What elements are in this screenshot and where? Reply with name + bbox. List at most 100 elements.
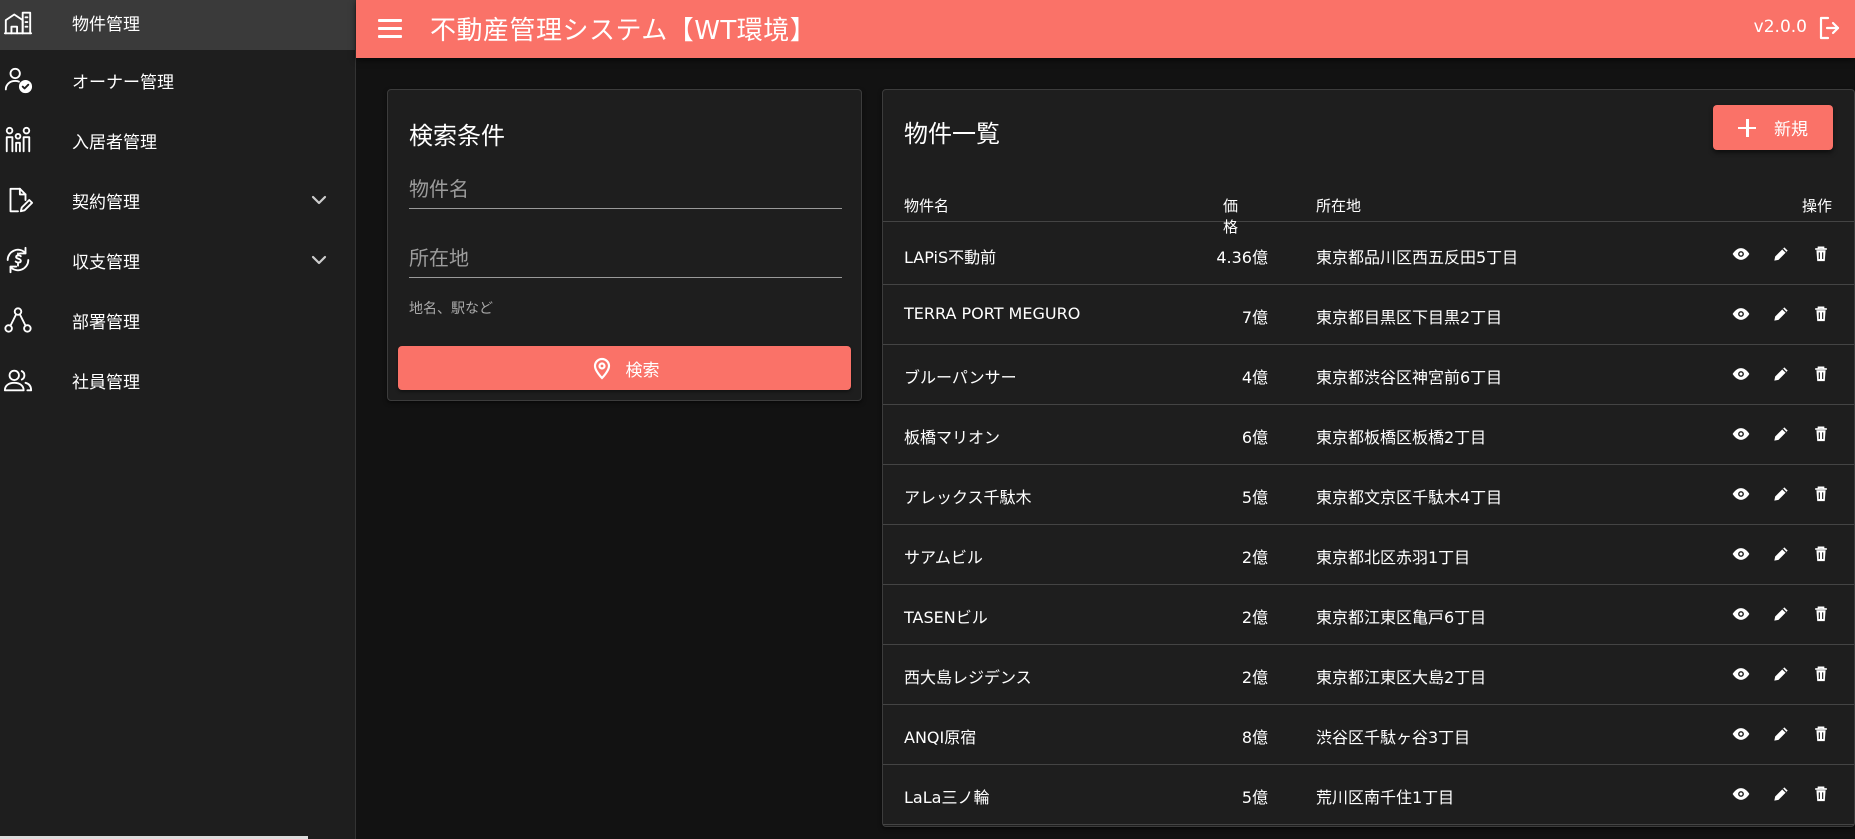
edit-icon[interactable] bbox=[1770, 483, 1792, 505]
cell-location: 東京都渋谷区神宮前6丁目 bbox=[1316, 368, 1503, 387]
edit-icon[interactable] bbox=[1770, 363, 1792, 385]
table-row[interactable]: サアムビル 2億 東京都北区赤羽1丁目 bbox=[883, 525, 1854, 585]
view-icon[interactable] bbox=[1730, 423, 1752, 445]
owner-check-icon bbox=[2, 64, 34, 96]
family-icon bbox=[2, 124, 34, 156]
edit-icon[interactable] bbox=[1770, 663, 1792, 685]
sidebar-item-contract[interactable]: 契約管理 bbox=[0, 170, 355, 230]
table-row[interactable]: ANQI原宿 8億 渋谷区千駄ヶ谷3丁目 bbox=[883, 705, 1854, 765]
cell-name: 西大島レジデンス bbox=[904, 668, 1032, 687]
building-icon bbox=[2, 6, 34, 38]
table-row[interactable]: LAPiS不動前 4.36億 東京都品川区西五反田5丁目 bbox=[883, 225, 1854, 285]
sidebar: 物件管理 オーナー管理 入居者管理 契約管理 収支管理 部署管理 社員管理 bbox=[0, 0, 356, 839]
edit-icon[interactable] bbox=[1770, 543, 1792, 565]
cell-price: 2億 bbox=[1241, 548, 1268, 567]
version-label: v2.0.0 bbox=[1753, 17, 1807, 37]
cell-price: 2億 bbox=[1241, 668, 1268, 687]
delete-icon[interactable] bbox=[1810, 423, 1832, 445]
property-name-field bbox=[409, 169, 842, 209]
new-button-label: 新規 bbox=[1774, 120, 1808, 140]
chevron-down-icon[interactable] bbox=[309, 190, 329, 210]
location-field bbox=[409, 238, 842, 278]
view-icon[interactable] bbox=[1730, 603, 1752, 625]
chevron-down-icon[interactable] bbox=[309, 250, 329, 270]
edit-icon[interactable] bbox=[1770, 303, 1792, 325]
delete-icon[interactable] bbox=[1810, 543, 1832, 565]
table-row[interactable]: 板橋マリオン 6億 東京都板橋区板橋2丁目 bbox=[883, 405, 1854, 465]
cell-name: TASENビル bbox=[904, 608, 988, 627]
edit-icon[interactable] bbox=[1770, 783, 1792, 805]
delete-icon[interactable] bbox=[1810, 363, 1832, 385]
cell-name: サアムビル bbox=[904, 548, 983, 567]
search-panel-title: 検索条件 bbox=[409, 122, 505, 150]
menu-icon[interactable] bbox=[378, 14, 408, 42]
sidebar-item-employee[interactable]: 社員管理 bbox=[0, 350, 355, 410]
delete-icon[interactable] bbox=[1810, 723, 1832, 745]
edit-icon[interactable] bbox=[1770, 723, 1792, 745]
cell-location: 荒川区南千住1丁目 bbox=[1316, 788, 1455, 807]
row-actions bbox=[1730, 363, 1832, 385]
cell-name: LAPiS不動前 bbox=[904, 248, 997, 267]
sidebar-item-tenant[interactable]: 入居者管理 bbox=[0, 110, 355, 170]
search-button[interactable]: 検索 bbox=[398, 346, 851, 390]
property-name-input[interactable] bbox=[409, 169, 842, 208]
app-header: 不動産管理システム【WT環境】 v2.0.0 bbox=[356, 0, 1855, 58]
edit-icon[interactable] bbox=[1770, 603, 1792, 625]
sidebar-item-finance[interactable]: 収支管理 bbox=[0, 230, 355, 290]
delete-icon[interactable] bbox=[1810, 243, 1832, 265]
row-actions bbox=[1730, 663, 1832, 685]
sidebar-item-label: オーナー管理 bbox=[72, 72, 174, 93]
sidebar-item-label: 物件管理 bbox=[72, 14, 140, 35]
location-input[interactable] bbox=[409, 238, 842, 277]
delete-icon[interactable] bbox=[1810, 603, 1832, 625]
cell-price: 6億 bbox=[1241, 428, 1268, 447]
delete-icon[interactable] bbox=[1810, 663, 1832, 685]
row-actions bbox=[1730, 723, 1832, 745]
cell-price: 5億 bbox=[1241, 488, 1268, 507]
edit-icon[interactable] bbox=[1770, 243, 1792, 265]
sidebar-item-label: 入居者管理 bbox=[72, 132, 157, 153]
contract-edit-icon bbox=[2, 184, 34, 216]
cell-location: 東京都目黒区下目黒2丁目 bbox=[1316, 308, 1503, 327]
delete-icon[interactable] bbox=[1810, 483, 1832, 505]
sidebar-item-label: 契約管理 bbox=[72, 192, 140, 213]
table-row[interactable]: LaLa三ノ輪 5億 荒川区南千住1丁目 bbox=[883, 765, 1854, 825]
table-body: LAPiS不動前 4.36億 東京都品川区西五反田5丁目 TERRA PORT … bbox=[883, 225, 1854, 825]
edit-icon[interactable] bbox=[1770, 423, 1792, 445]
cell-price: 4億 bbox=[1241, 368, 1268, 387]
table-row[interactable]: ブルーパンサー 4億 東京都渋谷区神宮前6丁目 bbox=[883, 345, 1854, 405]
cell-price: 4.36億 bbox=[1216, 248, 1268, 267]
logout-icon[interactable] bbox=[1817, 15, 1843, 41]
header-location: 所在地 bbox=[1316, 197, 1362, 215]
cell-price: 5億 bbox=[1241, 788, 1268, 807]
view-icon[interactable] bbox=[1730, 543, 1752, 565]
view-icon[interactable] bbox=[1730, 243, 1752, 265]
cell-location: 東京都北区赤羽1丁目 bbox=[1316, 548, 1471, 567]
view-icon[interactable] bbox=[1730, 723, 1752, 745]
cell-name: ANQI原宿 bbox=[904, 728, 977, 747]
page-title: 不動産管理システム【WT環境】 bbox=[430, 16, 817, 46]
sidebar-item-label: 社員管理 bbox=[72, 372, 140, 393]
delete-icon[interactable] bbox=[1810, 783, 1832, 805]
row-actions bbox=[1730, 423, 1832, 445]
header-name: 物件名 bbox=[904, 197, 950, 215]
new-property-button[interactable]: 新規 bbox=[1713, 105, 1833, 150]
sidebar-item-department[interactable]: 部署管理 bbox=[0, 290, 355, 350]
table-row[interactable]: アレックス千駄木 5億 東京都文京区千駄木4丁目 bbox=[883, 465, 1854, 525]
sidebar-item-owner[interactable]: オーナー管理 bbox=[0, 50, 355, 110]
location-hint: 地名、駅など bbox=[409, 301, 493, 317]
table-row[interactable]: TASENビル 2億 東京都江東区亀戸6丁目 bbox=[883, 585, 1854, 645]
view-icon[interactable] bbox=[1730, 663, 1752, 685]
view-icon[interactable] bbox=[1730, 783, 1752, 805]
property-list-panel: 物件一覧 新規 物件名 価格 所在地 操作 LAPiS不動前 4.36億 東京都… bbox=[882, 89, 1855, 827]
cell-name: TERRA PORT MEGURO bbox=[904, 304, 1081, 323]
sidebar-item-property[interactable]: 物件管理 bbox=[0, 0, 355, 50]
view-icon[interactable] bbox=[1730, 363, 1752, 385]
view-icon[interactable] bbox=[1730, 303, 1752, 325]
table-row[interactable]: 西大島レジデンス 2億 東京都江東区大島2丁目 bbox=[883, 645, 1854, 705]
view-icon[interactable] bbox=[1730, 483, 1752, 505]
list-title: 物件一覧 bbox=[904, 120, 1000, 148]
cell-location: 東京都江東区大島2丁目 bbox=[1316, 668, 1487, 687]
delete-icon[interactable] bbox=[1810, 303, 1832, 325]
table-row[interactable]: TERRA PORT MEGURO 7億 東京都目黒区下目黒2丁目 bbox=[883, 285, 1854, 345]
